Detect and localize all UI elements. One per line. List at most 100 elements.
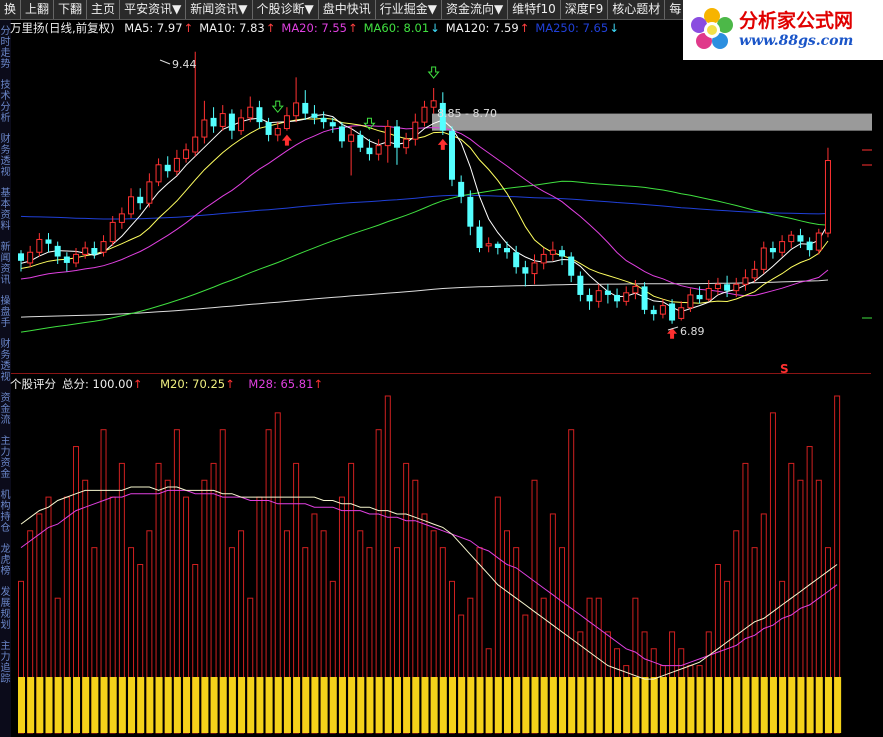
score-base-bar bbox=[669, 677, 677, 733]
score-base-bar bbox=[146, 677, 154, 733]
candle-down bbox=[797, 235, 804, 242]
score-base-bar bbox=[27, 677, 35, 733]
candle-up bbox=[274, 128, 281, 136]
candle-up bbox=[430, 100, 437, 108]
score-base-bar bbox=[439, 677, 447, 733]
score-base-bar bbox=[393, 677, 401, 733]
down-arrow-icon: ↓ bbox=[430, 21, 440, 35]
score-base-bar bbox=[201, 677, 209, 733]
candle-up bbox=[412, 121, 419, 140]
candle-down bbox=[393, 126, 400, 148]
score-base-bar bbox=[540, 677, 548, 733]
up-arrow-icon: ↑ bbox=[347, 21, 358, 35]
score-legend: 个股评分 总分: 100.00↑ M20: 70.25↑ M28: 65.81↑ bbox=[10, 376, 329, 392]
score-base-bar bbox=[36, 677, 44, 733]
score-base-bar bbox=[265, 677, 273, 733]
down-arrow-icon: ↓ bbox=[609, 21, 619, 35]
score-base-bar bbox=[549, 677, 557, 733]
score-base-bar bbox=[311, 677, 319, 733]
candle-down bbox=[614, 294, 621, 302]
candle-up bbox=[36, 238, 43, 253]
sell-arrow-icon bbox=[271, 100, 284, 113]
candle-up bbox=[173, 157, 180, 172]
score-base-bar bbox=[164, 677, 172, 733]
candle-up bbox=[348, 134, 355, 142]
candle-down bbox=[302, 102, 309, 114]
buy-arrow-icon bbox=[281, 134, 292, 146]
candle-down bbox=[357, 134, 364, 148]
candle-down bbox=[210, 117, 217, 127]
score-base-bar bbox=[283, 677, 291, 733]
score-base-bar bbox=[467, 677, 475, 733]
candle-up bbox=[760, 247, 767, 270]
score-base-bar bbox=[247, 677, 255, 733]
candle-up bbox=[623, 292, 630, 302]
candle-up bbox=[824, 160, 831, 234]
candle-down bbox=[467, 196, 474, 227]
candle-up bbox=[128, 196, 135, 215]
candle-up bbox=[659, 305, 666, 315]
candle-up bbox=[183, 149, 190, 159]
score-base-bar bbox=[797, 677, 805, 733]
up-arrow-icon: ↑ bbox=[183, 21, 194, 35]
m20-line bbox=[20, 486, 838, 680]
score-base-bar bbox=[824, 677, 832, 733]
sell-arrow-icon bbox=[427, 66, 440, 79]
score-m28: M28: 65.81 bbox=[248, 377, 314, 391]
score-base-bar bbox=[834, 677, 842, 733]
score-base-bar bbox=[577, 677, 585, 733]
ma-label: MA60: 8.01 bbox=[363, 21, 430, 35]
candle-down bbox=[513, 252, 520, 268]
up-arrow-icon: ↑ bbox=[225, 377, 235, 391]
score-base-bar bbox=[173, 677, 181, 733]
ma-label: MA120: 7.59 bbox=[445, 21, 519, 35]
score-base-bar bbox=[183, 677, 191, 733]
score-base-bar bbox=[586, 677, 594, 733]
candle-up bbox=[751, 268, 758, 279]
candle-up bbox=[82, 247, 89, 255]
score-base-bar bbox=[384, 677, 392, 733]
score-base-bar bbox=[769, 677, 777, 733]
candle-up bbox=[73, 253, 80, 264]
candle-up bbox=[687, 294, 694, 309]
score-title: 个股评分 bbox=[10, 377, 56, 391]
score-base-bar bbox=[329, 677, 337, 733]
score-base-bar bbox=[522, 677, 530, 733]
candle-up bbox=[815, 232, 822, 251]
candle-down bbox=[311, 113, 318, 118]
candle-up bbox=[155, 164, 162, 183]
low-price-label: 6.89 bbox=[680, 325, 705, 338]
candle-down bbox=[320, 117, 327, 123]
candle-up bbox=[549, 249, 556, 255]
candle-up bbox=[678, 307, 685, 319]
score-base-bar bbox=[238, 677, 246, 733]
ma-label: MA20: 7.55 bbox=[281, 21, 347, 35]
score-base-bar bbox=[357, 677, 365, 733]
ma-label: MA5: 7.97 bbox=[124, 21, 183, 35]
candle-up bbox=[540, 253, 547, 264]
score-base-bar bbox=[659, 677, 667, 733]
candle-up bbox=[146, 181, 153, 204]
score-base-bar bbox=[219, 677, 227, 733]
candle-down bbox=[577, 275, 584, 295]
score-base-bar bbox=[751, 677, 759, 733]
candle-down bbox=[559, 250, 566, 257]
score-base-bar bbox=[228, 677, 236, 733]
score-base-bar bbox=[348, 677, 356, 733]
score-base-bar bbox=[118, 677, 126, 733]
candle-up bbox=[118, 213, 125, 223]
range-label: 8.85 - 8.70 bbox=[437, 107, 497, 120]
resistance-zone bbox=[432, 113, 872, 131]
up-arrow-icon: ↑ bbox=[313, 377, 324, 391]
ma-label: MA10: 7.83 bbox=[199, 21, 265, 35]
score-base-bar bbox=[82, 677, 90, 733]
candle-up bbox=[742, 277, 749, 285]
score-base-bar bbox=[320, 677, 328, 733]
score-base-bar bbox=[742, 677, 750, 733]
score-base-bar bbox=[595, 677, 603, 733]
score-base-bar bbox=[403, 677, 411, 733]
candle-down bbox=[366, 147, 373, 155]
m28-line bbox=[20, 489, 838, 667]
candle-down bbox=[164, 164, 171, 172]
score-base-bar bbox=[256, 677, 264, 733]
